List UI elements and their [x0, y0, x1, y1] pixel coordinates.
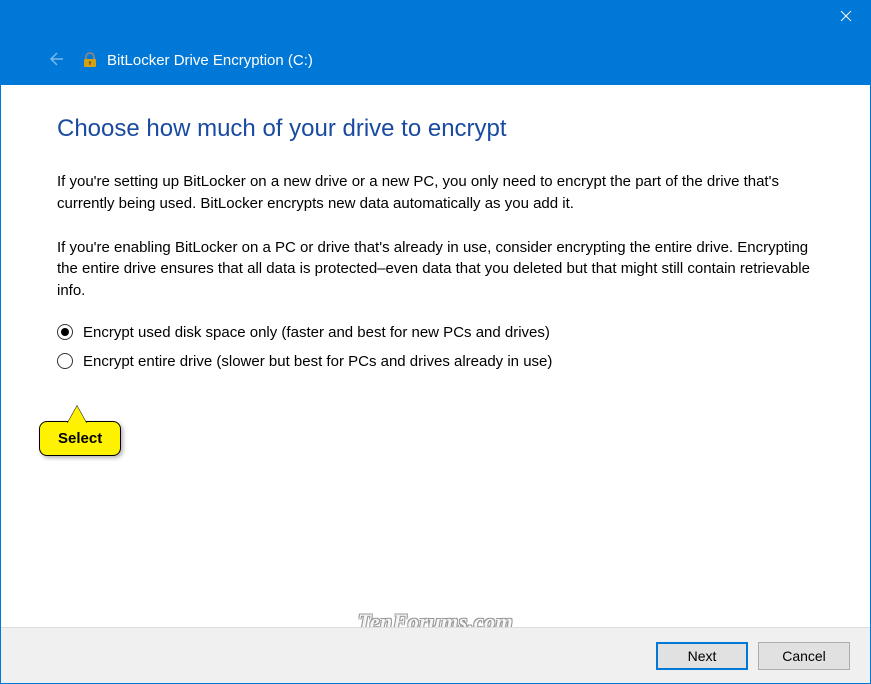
callout-tail-icon	[67, 406, 87, 424]
radio-label-used-space: Encrypt used disk space only (faster and…	[83, 324, 550, 341]
callout-annotation: Select	[39, 421, 121, 456]
paragraph-2: If you're enabling BitLocker on a PC or …	[57, 237, 814, 302]
radio-group: Encrypt used disk space only (faster and…	[57, 324, 814, 370]
paragraph-1: If you're setting up BitLocker on a new …	[57, 171, 814, 215]
close-icon	[840, 10, 852, 22]
content-area: Choose how much of your drive to encrypt…	[1, 85, 870, 370]
radio-label-entire-drive: Encrypt entire drive (slower but best fo…	[83, 353, 552, 370]
radio-option-entire-drive[interactable]: Encrypt entire drive (slower but best fo…	[57, 353, 814, 370]
footer: Next Cancel	[1, 627, 870, 683]
title-wrap: BitLocker Drive Encryption (C:)	[81, 51, 313, 69]
callout-text: Select	[39, 421, 121, 456]
close-button[interactable]	[822, 1, 870, 31]
radio-icon	[57, 324, 73, 340]
window-title: BitLocker Drive Encryption (C:)	[107, 52, 313, 69]
radio-icon	[57, 353, 73, 369]
page-heading: Choose how much of your drive to encrypt	[57, 115, 814, 143]
bitlocker-icon	[81, 51, 99, 69]
cancel-button[interactable]: Cancel	[758, 642, 850, 670]
back-arrow-icon	[45, 49, 65, 69]
radio-option-used-space[interactable]: Encrypt used disk space only (faster and…	[57, 324, 814, 341]
back-button[interactable]	[45, 49, 65, 69]
next-button[interactable]: Next	[656, 642, 748, 670]
titlebar: BitLocker Drive Encryption (C:)	[1, 1, 870, 85]
